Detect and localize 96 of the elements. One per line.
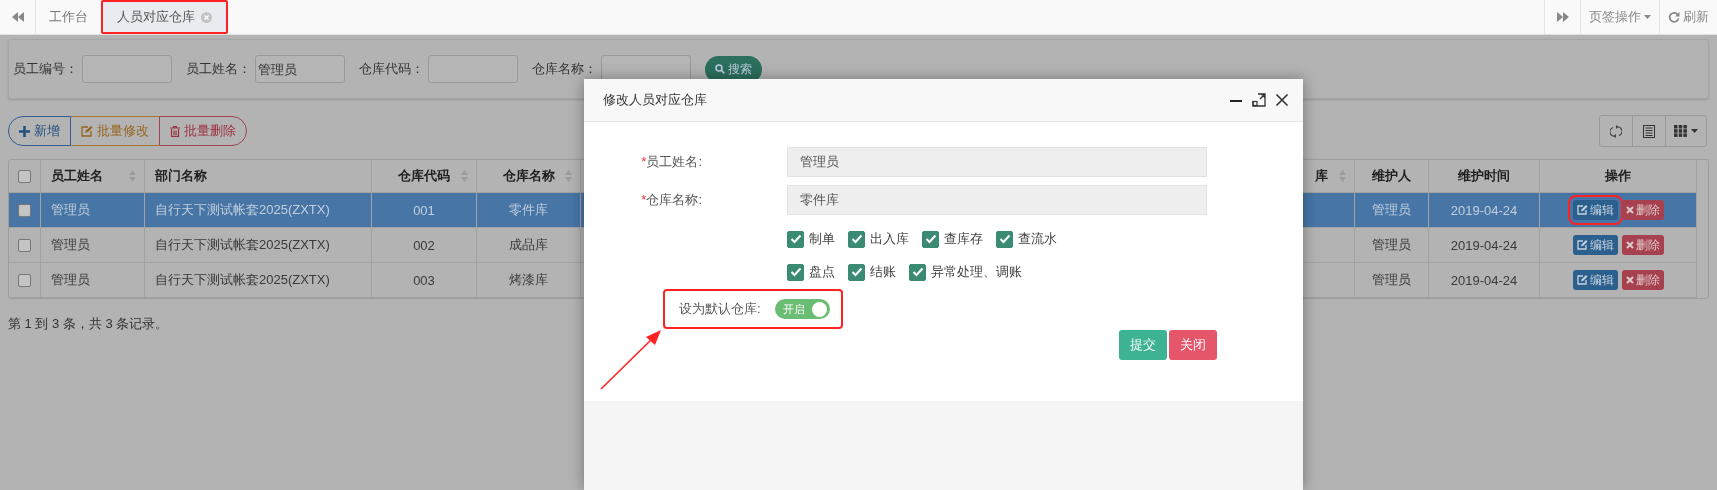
checkbox-label: 查流水: [1018, 230, 1057, 248]
field-label: 员工编号：: [13, 60, 78, 78]
table-cell: 管理员: [51, 271, 90, 289]
list-icon: [1643, 124, 1655, 138]
table-cell: 烤漆库: [509, 271, 548, 289]
column-header[interactable]: 仓库名称: [502, 167, 555, 185]
checkbox-label: 查库存: [944, 230, 983, 248]
column-header[interactable]: 维护时间: [1458, 167, 1510, 185]
close-icon: [1625, 206, 1634, 214]
field-label: 仓库代码：: [359, 60, 424, 78]
table-cell: 成品库: [509, 236, 548, 254]
toolbar-button[interactable]: 新增: [8, 116, 71, 146]
edit-icon: [1576, 240, 1588, 250]
checkbox-label: 异常处理、调账: [931, 263, 1022, 281]
close-icon: [1625, 276, 1634, 284]
tab-label: 人员对应仓库: [117, 8, 195, 26]
column-header[interactable]: 操作: [1605, 167, 1631, 185]
checkbox-label: 制单: [809, 230, 835, 248]
field-label: 设为默认仓库:: [679, 300, 761, 318]
trash-icon: [170, 125, 180, 137]
column-header[interactable]: 仓库代码: [398, 167, 450, 185]
close-button[interactable]: 关闭: [1169, 330, 1217, 360]
column-header[interactable]: 库: [1315, 167, 1328, 185]
edit-icon: [1576, 205, 1588, 215]
field-label: *员工姓名:: [640, 153, 702, 171]
pagination-info: 第 1 到 3 条，共 3 条记录。: [8, 315, 170, 333]
table-cell: 零件库: [509, 201, 548, 219]
list-view-button[interactable]: [1632, 115, 1666, 147]
checkbox-label: 盘点: [809, 263, 835, 281]
input-field[interactable]: [82, 55, 172, 83]
close-icon[interactable]: [1275, 93, 1289, 107]
delete-button[interactable]: 删除: [1621, 200, 1664, 220]
column-header[interactable]: 员工姓名: [51, 167, 103, 185]
checkbox[interactable]: [18, 203, 31, 217]
annotation-arrow: [599, 329, 663, 391]
table-cell: 管理员: [51, 201, 90, 219]
table-cell: 001: [413, 202, 435, 218]
table-cell: 管理员: [1372, 201, 1411, 219]
checkbox[interactable]: [922, 230, 939, 248]
toolbar-button[interactable]: 批量修改: [71, 116, 159, 146]
input-field[interactable]: 管理员: [255, 55, 345, 83]
double-right-arrow-icon: [1556, 12, 1569, 22]
input-field[interactable]: [428, 55, 518, 83]
search-icon: [715, 64, 725, 74]
checkbox[interactable]: [18, 169, 31, 183]
plus-icon: [19, 125, 30, 137]
checkbox[interactable]: [787, 230, 804, 248]
field-label: *仓库名称:: [640, 191, 702, 209]
input-field[interactable]: 管理员: [787, 147, 1207, 177]
table-cell: 管理员: [1372, 271, 1411, 289]
table-cell: 2019-04-24: [1450, 272, 1518, 288]
refresh-button[interactable]: [1599, 115, 1633, 147]
edit-icon: [1576, 275, 1588, 285]
table-cell: 管理员: [1372, 236, 1411, 254]
checkbox[interactable]: [996, 230, 1013, 248]
table-cell: 2019-04-24: [1450, 237, 1518, 253]
checkbox[interactable]: [848, 230, 865, 248]
table-cell: 自行天下测试帐套2025(ZXTX): [155, 271, 330, 289]
table-cell: 管理员: [51, 236, 90, 254]
dialog-title: 修改人员对应仓库: [603, 91, 707, 109]
checkbox[interactable]: [18, 273, 31, 287]
submit-button[interactable]: 提交: [1119, 330, 1167, 360]
checkbox[interactable]: [909, 263, 926, 281]
table-cell: 自行天下测试帐套2025(ZXTX): [155, 236, 330, 254]
column-header[interactable]: 部门名称: [155, 167, 207, 185]
columns-button[interactable]: [1665, 115, 1707, 147]
refresh-icon: [1668, 11, 1680, 23]
caret-icon: [1644, 15, 1651, 19]
edit-button[interactable]: 编辑: [1572, 270, 1618, 290]
checkbox[interactable]: [18, 238, 31, 252]
tab[interactable]: 工作台: [36, 0, 101, 34]
table-cell: 002: [413, 237, 435, 253]
checkbox[interactable]: [787, 263, 804, 281]
column-header[interactable]: 维护人: [1372, 167, 1411, 185]
checkbox-label: 出入库: [870, 230, 909, 248]
grid-icon: [1674, 125, 1687, 137]
caret-icon: [1691, 129, 1698, 133]
delete-button[interactable]: 删除: [1621, 270, 1664, 290]
checkbox-label: 结账: [870, 263, 896, 281]
input-field[interactable]: 零件库: [787, 185, 1207, 215]
delete-button[interactable]: 删除: [1621, 235, 1664, 255]
close-icon: [1625, 241, 1634, 249]
field-label: 员工姓名：: [186, 60, 251, 78]
tab-label: 工作台: [49, 8, 88, 26]
maximize-icon[interactable]: [1252, 93, 1266, 107]
refresh-icon: [1610, 124, 1622, 138]
table-cell: 003: [413, 272, 435, 288]
edit-icon: [81, 125, 93, 137]
toolbar-button[interactable]: 批量删除: [159, 116, 247, 146]
table-cell: 自行天下测试帐套2025(ZXTX): [155, 201, 330, 219]
tab[interactable]: 人员对应仓库: [101, 0, 228, 34]
checkbox[interactable]: [848, 263, 865, 281]
double-left-arrow-icon: [11, 12, 24, 22]
edit-button[interactable]: 编辑: [1572, 235, 1618, 255]
field-label: 仓库名称：: [532, 60, 597, 78]
table-cell: 2019-04-24: [1450, 202, 1518, 218]
